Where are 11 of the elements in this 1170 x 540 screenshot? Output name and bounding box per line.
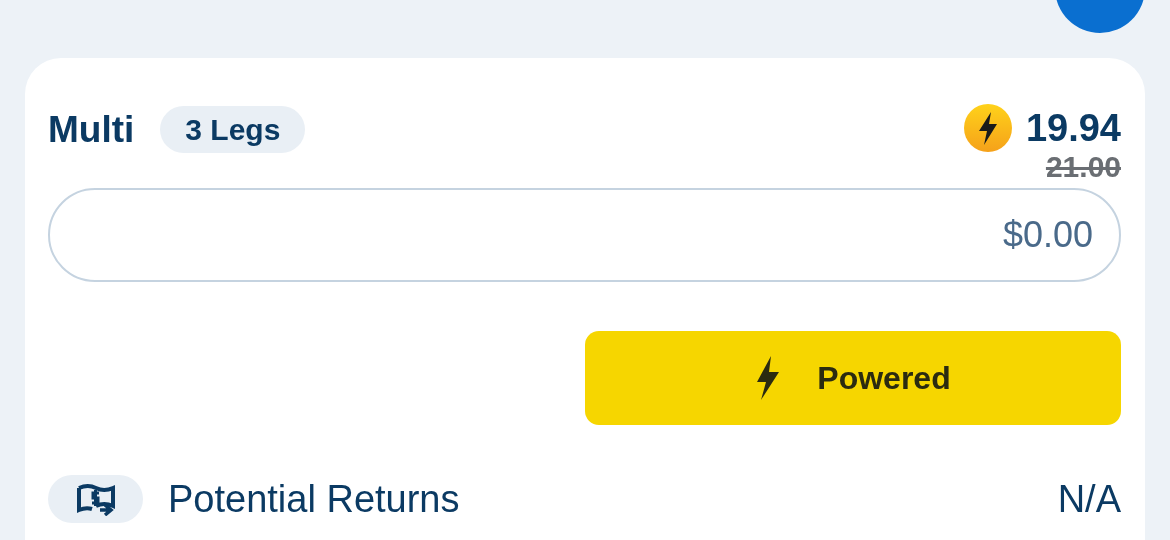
lightning-icon [963,104,1012,152]
boosted-odds: 19.94 [1025,106,1121,150]
potential-returns-label: Potential Returns [168,477,461,521]
powered-button[interactable]: Powered [585,331,1121,425]
potential-returns-value: N/A [1057,477,1121,521]
lightning-icon [755,356,782,400]
legs-badge: 3 Legs [160,106,306,153]
stake-field[interactable]: $0.00 [48,188,1121,282]
original-odds: 21.00 [1045,150,1121,184]
money-icon [48,475,143,523]
bet-type-title: Multi [48,108,135,151]
